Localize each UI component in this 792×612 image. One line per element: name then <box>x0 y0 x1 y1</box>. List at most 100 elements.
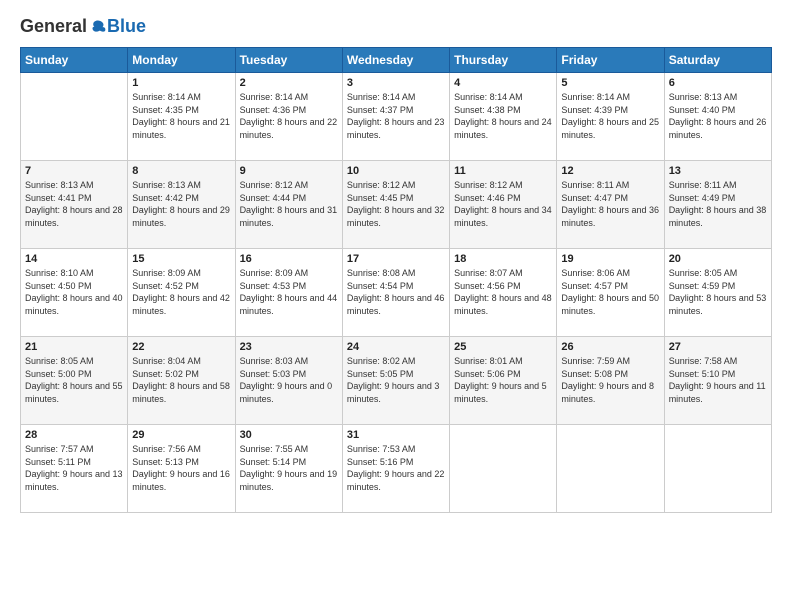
calendar-week-row: 1Sunrise: 8:14 AMSunset: 4:35 PMDaylight… <box>21 73 772 161</box>
day-info: Sunrise: 8:14 AMSunset: 4:35 PMDaylight:… <box>132 91 230 141</box>
day-info: Sunrise: 8:09 AMSunset: 4:52 PMDaylight:… <box>132 267 230 317</box>
header: GeneralBlue <box>20 16 772 37</box>
day-info: Sunrise: 7:57 AMSunset: 5:11 PMDaylight:… <box>25 443 123 493</box>
day-info: Sunrise: 8:05 AMSunset: 4:59 PMDaylight:… <box>669 267 767 317</box>
logo-general-text: General <box>20 16 87 37</box>
day-number: 13 <box>669 165 767 177</box>
calendar-week-row: 7 Sunrise: 8:13 AMSunset: 4:41 PMDaylight… <box>21 161 772 249</box>
day-info: Sunrise: 8:13 AMSunset: 4:40 PMDaylight:… <box>669 91 767 141</box>
weekday-header-wednesday: Wednesday <box>342 48 449 73</box>
calendar-cell: 12 Sunrise: 8:11 AMSunset: 4:47 PMDayligh… <box>557 161 664 249</box>
calendar-cell: 4Sunrise: 8:14 AMSunset: 4:38 PMDaylight… <box>450 73 557 161</box>
day-info: Sunrise: 7:55 AMSunset: 5:14 PMDaylight:… <box>240 443 338 493</box>
calendar-week-row: 21 Sunrise: 8:05 AMSunset: 5:00 PMDayligh… <box>21 337 772 425</box>
weekday-header-tuesday: Tuesday <box>235 48 342 73</box>
page: GeneralBlue SundayMondayTuesdayWednesday… <box>0 0 792 612</box>
day-number: 12 <box>561 165 659 177</box>
calendar-cell: 14 Sunrise: 8:10 AMSunset: 4:50 PMDayligh… <box>21 249 128 337</box>
calendar-cell <box>450 425 557 513</box>
day-number: 8 <box>132 165 230 177</box>
day-number: 25 <box>454 341 552 353</box>
day-info: Sunrise: 8:06 AMSunset: 4:57 PMDaylight:… <box>561 267 659 317</box>
day-number: 15 <box>132 253 230 265</box>
calendar-cell: 7 Sunrise: 8:13 AMSunset: 4:41 PMDaylight… <box>21 161 128 249</box>
day-number: 28 <box>25 429 123 441</box>
day-number: 24 <box>347 341 445 353</box>
day-number: 10 <box>347 165 445 177</box>
weekday-header-sunday: Sunday <box>21 48 128 73</box>
day-number: 27 <box>669 341 767 353</box>
day-number: 5 <box>561 77 659 89</box>
day-info: Sunrise: 8:08 AMSunset: 4:54 PMDaylight:… <box>347 267 445 317</box>
day-info: Sunrise: 8:04 AMSunset: 5:02 PMDaylight:… <box>132 355 230 405</box>
day-info: Sunrise: 8:10 AMSunset: 4:50 PMDaylight:… <box>25 267 123 317</box>
day-info: Sunrise: 8:05 AMSunset: 5:00 PMDaylight:… <box>25 355 123 405</box>
day-info: Sunrise: 8:01 AMSunset: 5:06 PMDaylight:… <box>454 355 552 405</box>
day-number: 2 <box>240 77 338 89</box>
day-number: 14 <box>25 253 123 265</box>
day-number: 20 <box>669 253 767 265</box>
calendar-cell: 13 Sunrise: 8:11 AMSunset: 4:49 PMDayligh… <box>664 161 771 249</box>
weekday-header-friday: Friday <box>557 48 664 73</box>
calendar-cell: 18 Sunrise: 8:07 AMSunset: 4:56 PMDayligh… <box>450 249 557 337</box>
day-number: 9 <box>240 165 338 177</box>
day-info: Sunrise: 8:11 AMSunset: 4:49 PMDaylight:… <box>669 179 767 229</box>
calendar-cell: 11 Sunrise: 8:12 AMSunset: 4:46 PMDayligh… <box>450 161 557 249</box>
calendar-cell: 16Sunrise: 8:09 AMSunset: 4:53 PMDayligh… <box>235 249 342 337</box>
calendar-week-row: 28 Sunrise: 7:57 AMSunset: 5:11 PMDayligh… <box>21 425 772 513</box>
day-info: Sunrise: 8:13 AMSunset: 4:41 PMDaylight:… <box>25 179 123 229</box>
calendar-cell: 31 Sunrise: 7:53 AMSunset: 5:16 PMDayligh… <box>342 425 449 513</box>
calendar-cell: 1Sunrise: 8:14 AMSunset: 4:35 PMDaylight… <box>128 73 235 161</box>
calendar-cell: 9 Sunrise: 8:12 AMSunset: 4:44 PMDaylight… <box>235 161 342 249</box>
logo-bird-icon <box>89 18 107 36</box>
day-info: Sunrise: 8:12 AMSunset: 4:44 PMDaylight:… <box>240 179 338 229</box>
logo: GeneralBlue <box>20 16 146 37</box>
weekday-header-saturday: Saturday <box>664 48 771 73</box>
calendar-cell: 22 Sunrise: 8:04 AMSunset: 5:02 PMDayligh… <box>128 337 235 425</box>
day-number: 18 <box>454 253 552 265</box>
day-info: Sunrise: 7:56 AMSunset: 5:13 PMDaylight:… <box>132 443 230 493</box>
calendar-cell: 25 Sunrise: 8:01 AMSunset: 5:06 PMDayligh… <box>450 337 557 425</box>
day-info: Sunrise: 8:07 AMSunset: 4:56 PMDaylight:… <box>454 267 552 317</box>
day-info: Sunrise: 8:12 AMSunset: 4:46 PMDaylight:… <box>454 179 552 229</box>
weekday-header-row: SundayMondayTuesdayWednesdayThursdayFrid… <box>21 48 772 73</box>
calendar-cell <box>557 425 664 513</box>
day-number: 23 <box>240 341 338 353</box>
calendar-cell: 27 Sunrise: 7:58 AMSunset: 5:10 PMDayligh… <box>664 337 771 425</box>
day-info: Sunrise: 8:09 AMSunset: 4:53 PMDaylight:… <box>240 267 338 317</box>
calendar-cell: 3Sunrise: 8:14 AMSunset: 4:37 PMDaylight… <box>342 73 449 161</box>
calendar-week-row: 14 Sunrise: 8:10 AMSunset: 4:50 PMDayligh… <box>21 249 772 337</box>
weekday-header-thursday: Thursday <box>450 48 557 73</box>
day-info: Sunrise: 7:58 AMSunset: 5:10 PMDaylight:… <box>669 355 767 405</box>
calendar-cell <box>664 425 771 513</box>
day-info: Sunrise: 8:14 AMSunset: 4:39 PMDaylight:… <box>561 91 659 141</box>
calendar-cell: 24 Sunrise: 8:02 AMSunset: 5:05 PMDayligh… <box>342 337 449 425</box>
day-info: Sunrise: 8:14 AMSunset: 4:37 PMDaylight:… <box>347 91 445 141</box>
day-number: 11 <box>454 165 552 177</box>
day-info: Sunrise: 7:59 AMSunset: 5:08 PMDaylight:… <box>561 355 659 405</box>
day-number: 21 <box>25 341 123 353</box>
calendar-cell: 5 Sunrise: 8:14 AMSunset: 4:39 PMDaylight… <box>557 73 664 161</box>
day-number: 22 <box>132 341 230 353</box>
day-number: 31 <box>347 429 445 441</box>
calendar-cell: 19 Sunrise: 8:06 AMSunset: 4:57 PMDayligh… <box>557 249 664 337</box>
calendar-cell: 20 Sunrise: 8:05 AMSunset: 4:59 PMDayligh… <box>664 249 771 337</box>
day-info: Sunrise: 7:53 AMSunset: 5:16 PMDaylight:… <box>347 443 445 493</box>
day-info: Sunrise: 8:02 AMSunset: 5:05 PMDaylight:… <box>347 355 445 405</box>
calendar-cell: 8 Sunrise: 8:13 AMSunset: 4:42 PMDaylight… <box>128 161 235 249</box>
calendar-cell <box>21 73 128 161</box>
day-number: 17 <box>347 253 445 265</box>
calendar-table: SundayMondayTuesdayWednesdayThursdayFrid… <box>20 47 772 513</box>
day-number: 19 <box>561 253 659 265</box>
calendar-cell: 28 Sunrise: 7:57 AMSunset: 5:11 PMDayligh… <box>21 425 128 513</box>
day-info: Sunrise: 8:13 AMSunset: 4:42 PMDaylight:… <box>132 179 230 229</box>
day-number: 7 <box>25 165 123 177</box>
calendar-cell: 15 Sunrise: 8:09 AMSunset: 4:52 PMDayligh… <box>128 249 235 337</box>
calendar-cell: 10 Sunrise: 8:12 AMSunset: 4:45 PMDayligh… <box>342 161 449 249</box>
day-number: 30 <box>240 429 338 441</box>
day-info: Sunrise: 8:11 AMSunset: 4:47 PMDaylight:… <box>561 179 659 229</box>
day-info: Sunrise: 8:12 AMSunset: 4:45 PMDaylight:… <box>347 179 445 229</box>
day-info: Sunrise: 8:14 AMSunset: 4:36 PMDaylight:… <box>240 91 338 141</box>
day-number: 6 <box>669 77 767 89</box>
weekday-header-monday: Monday <box>128 48 235 73</box>
